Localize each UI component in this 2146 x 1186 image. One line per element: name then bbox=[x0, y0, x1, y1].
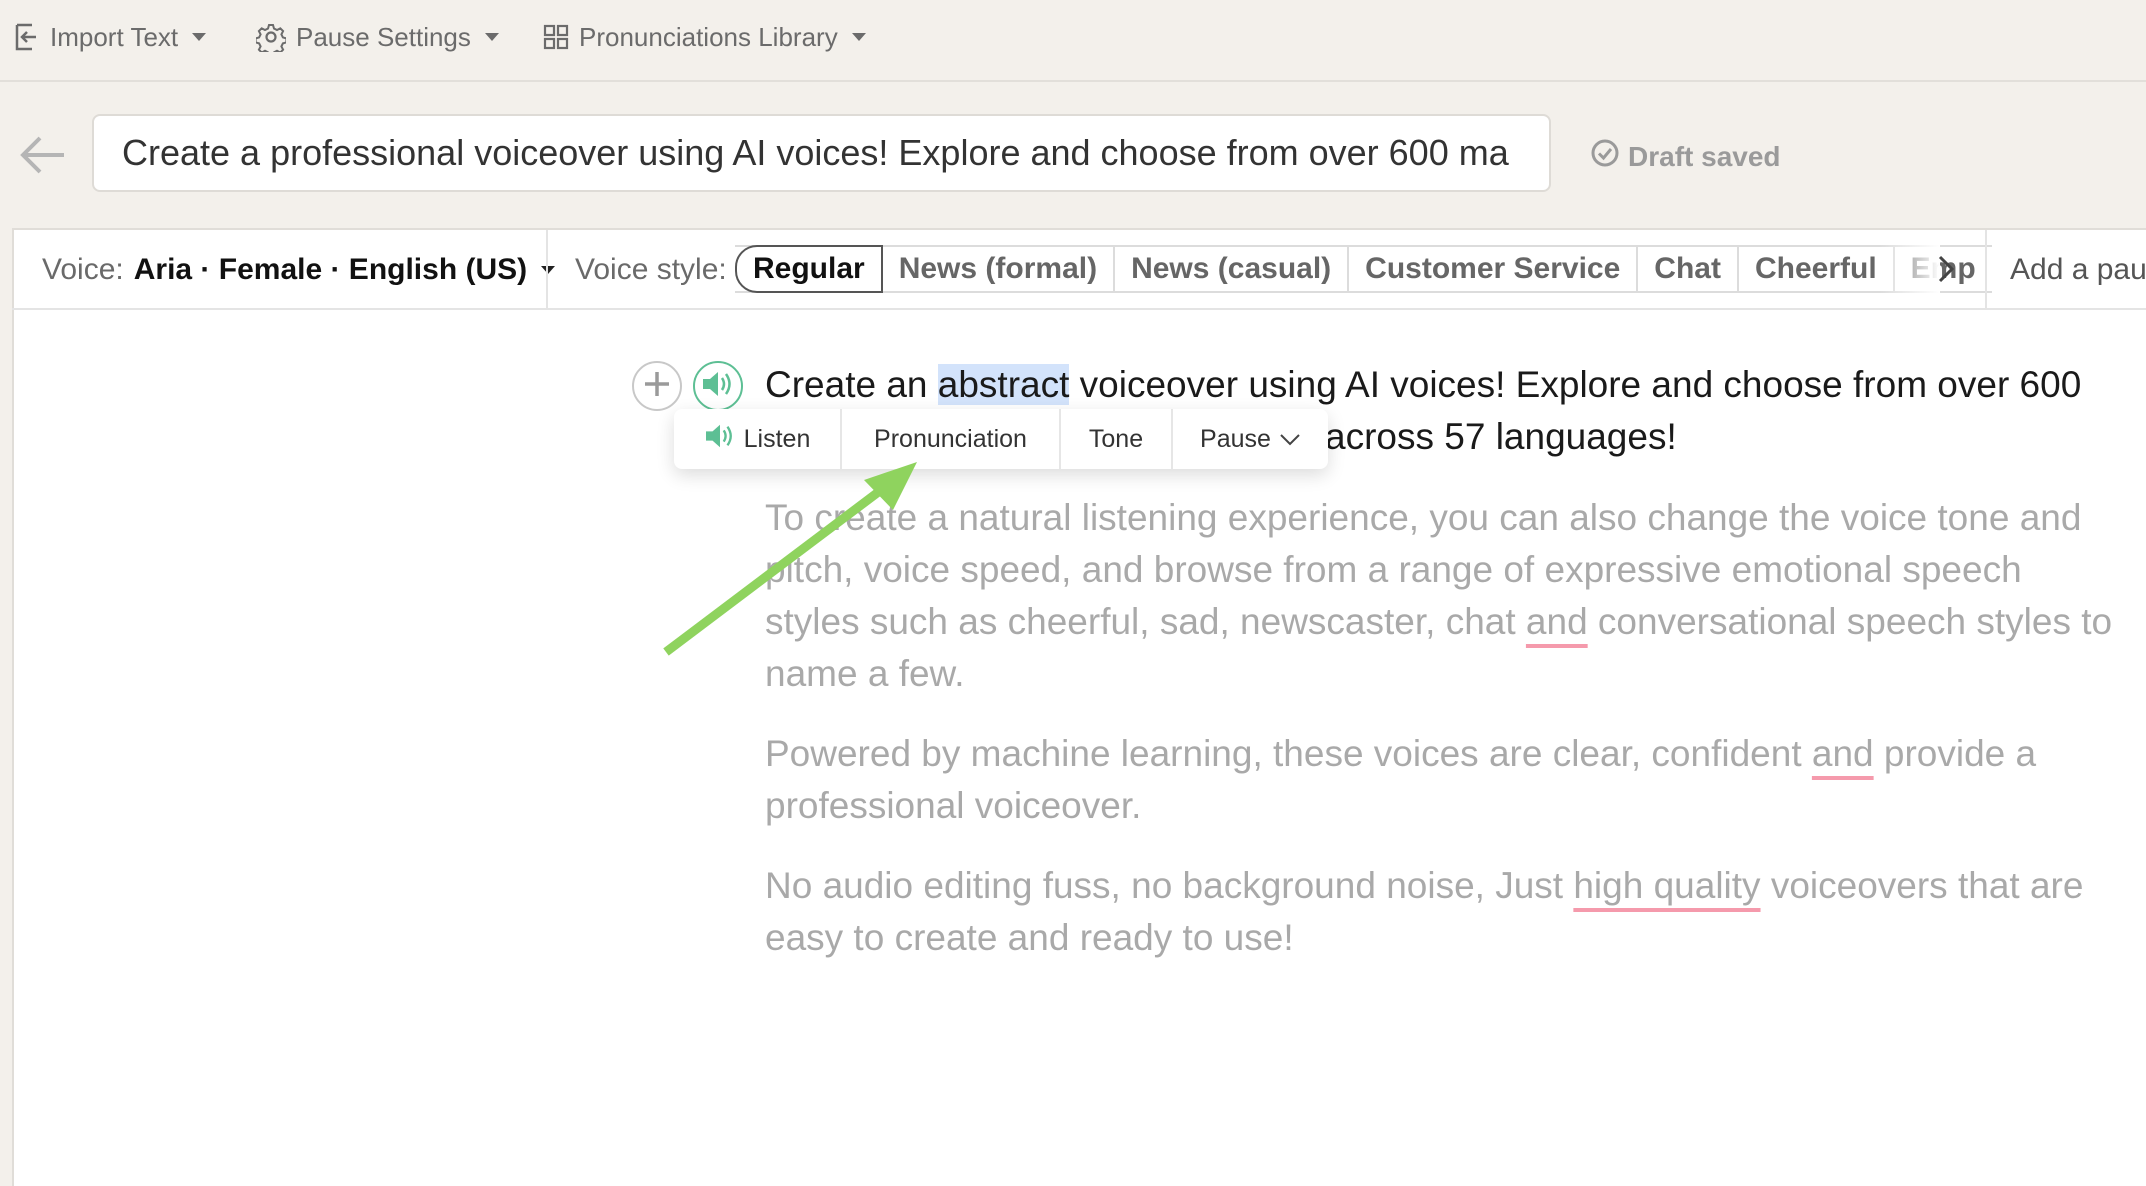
pronunciations-library-label: Pronunciations Library bbox=[579, 21, 838, 52]
chevron-down-icon bbox=[541, 266, 556, 274]
paragraph-line[interactable]: professional voiceover. bbox=[765, 785, 1141, 827]
text-segment: pitch, voice speed, and browse from a ra… bbox=[765, 549, 2022, 590]
gear-icon bbox=[256, 22, 286, 52]
speaker-icon bbox=[701, 369, 735, 404]
text-segment: easy to create and ready to use! bbox=[765, 917, 1294, 958]
popup-pronunciation-button[interactable]: Pronunciation bbox=[842, 409, 1061, 469]
chevron-down-icon bbox=[851, 33, 866, 41]
popup-listen-button[interactable]: Listen bbox=[674, 409, 842, 469]
popup-pronunciation-label: Pronunciation bbox=[874, 424, 1027, 453]
chevron-down-icon bbox=[484, 33, 499, 41]
back-button[interactable] bbox=[18, 130, 68, 180]
title-input[interactable] bbox=[92, 114, 1551, 192]
selected-word[interactable]: abstract bbox=[937, 364, 1070, 405]
chevron-down-icon bbox=[192, 33, 207, 41]
style-tab-news-formal[interactable]: News (formal) bbox=[883, 247, 1116, 291]
paragraph-line[interactable]: easy to create and ready to use! bbox=[765, 917, 1294, 959]
editor-line[interactable]: across 57 languages! bbox=[1325, 416, 1677, 458]
voice-style-tabs: Regular News (formal) News (casual) Cust… bbox=[735, 245, 1992, 293]
popup-tone-label: Tone bbox=[1088, 424, 1144, 453]
tabs-fade bbox=[1880, 245, 1940, 293]
import-icon bbox=[14, 23, 40, 51]
pause-settings-button[interactable]: Pause Settings bbox=[256, 18, 499, 56]
paragraph-line[interactable]: Powered by machine learning, these voice… bbox=[765, 733, 2036, 775]
pause-settings-label: Pause Settings bbox=[296, 21, 471, 52]
text-segment: name a few. bbox=[765, 653, 965, 694]
text-segment: Create an bbox=[765, 364, 938, 405]
divider bbox=[546, 230, 548, 310]
popup-tone-button[interactable]: Tone bbox=[1061, 409, 1173, 469]
chevron-down-icon bbox=[1279, 425, 1301, 454]
top-toolbar: Import Text Pause Settings Pronunciation… bbox=[0, 0, 2146, 82]
text-segment: Powered by machine learning, these voice… bbox=[765, 733, 1812, 774]
text-segment: conversational speech styles to bbox=[1587, 601, 2113, 642]
text-segment: styles such as cheerful, sad, newscaster… bbox=[765, 601, 1526, 642]
style-tab-cheerful[interactable]: Cheerful bbox=[1739, 247, 1895, 291]
text-segment: professional voiceover. bbox=[765, 785, 1142, 826]
pronunciations-library-button[interactable]: Pronunciations Library bbox=[543, 18, 866, 56]
text-segment: voiceover using AI voices! Explore and c… bbox=[1069, 364, 2082, 405]
paragraph-line[interactable]: To create a natural listening experience… bbox=[765, 497, 2081, 539]
paragraph-line[interactable]: name a few. bbox=[765, 653, 965, 695]
plus-icon bbox=[642, 369, 672, 404]
paragraph-line[interactable]: No audio editing fuss, no background noi… bbox=[765, 865, 2083, 907]
draft-status-text: Draft saved bbox=[1628, 140, 1781, 172]
paragraph-line[interactable]: styles such as cheerful, sad, newscaster… bbox=[765, 601, 2112, 643]
style-tab-news-casual[interactable]: News (casual) bbox=[1115, 247, 1350, 291]
arrow-left-icon bbox=[18, 136, 68, 184]
grid-icon bbox=[543, 24, 569, 50]
import-text-label: Import Text bbox=[50, 21, 179, 52]
flagged-word[interactable]: high quality bbox=[1573, 865, 1760, 906]
flagged-word[interactable]: and bbox=[1812, 733, 1874, 774]
style-tab-chat[interactable]: Chat bbox=[1638, 247, 1739, 291]
style-tab-regular[interactable]: Regular bbox=[735, 245, 883, 293]
add-block-button[interactable] bbox=[632, 361, 682, 411]
add-pause-button[interactable]: Add a paus bbox=[2010, 248, 2146, 292]
selection-popup: Listen Pronunciation Tone Pause bbox=[674, 409, 1328, 469]
voice-label: Voice: bbox=[42, 253, 124, 286]
popup-pause-label: Pause bbox=[1200, 424, 1271, 453]
play-block-button[interactable] bbox=[693, 361, 743, 411]
speaker-icon bbox=[704, 422, 736, 457]
scroll-styles-right-button[interactable] bbox=[1934, 254, 1958, 284]
paragraph-line[interactable]: pitch, voice speed, and browse from a ra… bbox=[765, 549, 2022, 591]
text-segment: No audio editing fuss, no background noi… bbox=[765, 865, 1574, 906]
popup-pause-button[interactable]: Pause bbox=[1173, 409, 1328, 469]
voice-selector[interactable]: Voice: Aria · Female · English (US) bbox=[42, 248, 556, 292]
chevron-right-icon bbox=[1934, 255, 1958, 288]
editor-line[interactable]: Create an abstract voiceover using AI vo… bbox=[765, 364, 2081, 406]
divider bbox=[1985, 230, 1987, 310]
voice-style-label: Voice style: bbox=[575, 253, 727, 286]
import-text-button[interactable]: Import Text bbox=[14, 18, 207, 56]
text-segment: To create a natural listening experience… bbox=[765, 497, 2082, 538]
check-circle-icon bbox=[1590, 138, 1620, 175]
popup-listen-label: Listen bbox=[743, 424, 811, 453]
flagged-word[interactable]: and bbox=[1526, 601, 1588, 642]
text-segment: voiceovers that are bbox=[1760, 865, 2084, 906]
draft-status: Draft saved bbox=[1590, 138, 1781, 175]
voice-value: Aria · Female · English (US) bbox=[133, 253, 528, 286]
style-tab-customer-service[interactable]: Customer Service bbox=[1349, 247, 1639, 291]
text-segment: provide a bbox=[1873, 733, 2037, 774]
